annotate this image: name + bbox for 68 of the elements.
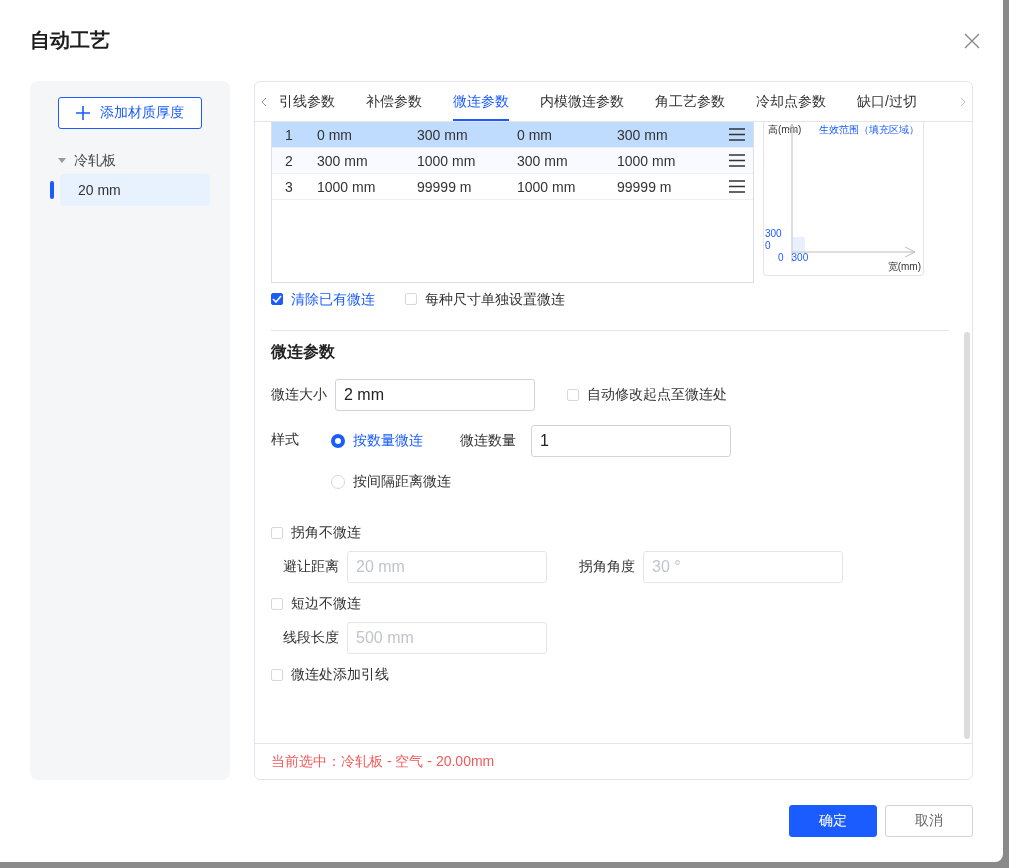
checkbox-label: 短边不微连 bbox=[291, 595, 361, 613]
selection-bar bbox=[50, 181, 54, 199]
radio-button[interactable] bbox=[331, 434, 345, 448]
scrollbar[interactable] bbox=[964, 332, 970, 739]
tree-item[interactable]: 20 mm bbox=[60, 174, 210, 206]
field-label: 微连大小 bbox=[271, 386, 327, 404]
radio-label: 按间隔距离微连 bbox=[353, 473, 451, 491]
table-cell-text: 99999 m bbox=[617, 178, 673, 195]
tab[interactable]: 冷却点参数 bbox=[756, 82, 826, 121]
table-row[interactable]: 1 0 mm 300 mm 0 mm 300 mm bbox=[272, 122, 753, 148]
field-label: 拐角角度 bbox=[579, 558, 635, 576]
table-cell-text: 1000 mm bbox=[617, 152, 677, 169]
tree-item[interactable]: 冷轧板 bbox=[74, 152, 116, 170]
field-label: 样式 bbox=[271, 431, 300, 449]
menu-icon[interactable] bbox=[729, 180, 745, 193]
tick-label: 300 bbox=[791, 252, 809, 263]
tab[interactable]: 补偿参数 bbox=[366, 82, 422, 121]
count-input[interactable]: 1 bbox=[531, 425, 731, 457]
status-text: 当前选中：冷轧板 - 空气 - 20.00mm bbox=[271, 752, 495, 771]
confirm-button[interactable]: 确定 bbox=[789, 805, 877, 837]
table-cell-text: 2 bbox=[284, 152, 294, 169]
tab[interactable]: 内模微连参数 bbox=[540, 82, 624, 121]
table-cell-text: 300 mm bbox=[417, 126, 469, 143]
tick-label: 300 bbox=[765, 228, 782, 240]
tab[interactable]: 角工艺参数 bbox=[655, 82, 725, 121]
axis-label: 高(mm) bbox=[768, 123, 802, 137]
field-label: 微连数量 bbox=[460, 432, 516, 450]
checkbox-label: 清除已有微连 bbox=[291, 292, 375, 306]
table-cell-text: 0 mm bbox=[517, 126, 553, 143]
table-cell-text: 1000 mm bbox=[517, 178, 577, 195]
table-cell-text: 300 mm bbox=[617, 126, 669, 143]
table-row[interactable]: 3 1000 mm 99999 m 1000 mm 99999 m bbox=[272, 174, 753, 200]
field-label: 避让距离 bbox=[283, 558, 339, 576]
cancel-button[interactable]: 取消 bbox=[885, 805, 973, 837]
legend-text: 生效范围（填充区域） bbox=[819, 123, 919, 137]
checkbox-label: 每种尺寸单独设置微连 bbox=[425, 292, 565, 306]
plus-icon bbox=[76, 106, 90, 120]
axis-label: 宽(mm) bbox=[887, 260, 921, 274]
tick-label: 0 bbox=[765, 240, 772, 252]
menu-icon[interactable] bbox=[729, 154, 745, 167]
size-input[interactable]: 2 mm bbox=[335, 379, 535, 411]
chevron-left-icon[interactable] bbox=[261, 96, 267, 107]
table-row[interactable]: 2 300 mm 1000 mm 300 mm 1000 mm bbox=[272, 148, 753, 174]
table-cell-text: 1000 mm bbox=[317, 178, 377, 195]
range-fill bbox=[793, 237, 805, 251]
field-label: 线段长度 bbox=[283, 629, 339, 647]
dialog-title: 自动工艺 bbox=[30, 28, 110, 53]
tick-label: 0 bbox=[778, 252, 784, 263]
checkbox-label: 微连处添加引线 bbox=[291, 666, 389, 684]
table-cell-text: 300 mm bbox=[517, 152, 569, 169]
checkbox-label: 自动修改起点至微连处 bbox=[587, 386, 727, 404]
chevron-right-icon[interactable] bbox=[960, 96, 966, 107]
table-cell-text: 0 mm bbox=[317, 126, 353, 143]
menu-icon[interactable] bbox=[729, 128, 745, 141]
table-cell-text: 1000 mm bbox=[417, 152, 477, 169]
checkbox-label: 拐角不微连 bbox=[291, 524, 361, 542]
tab[interactable]: 引线参数 bbox=[279, 82, 335, 121]
table-cell-text: 300 mm bbox=[317, 152, 369, 169]
radio-label: 按数量微连 bbox=[353, 432, 423, 450]
table-cell-text: 99999 m bbox=[417, 178, 473, 195]
table-cell-text: 1 bbox=[284, 126, 294, 143]
close-icon[interactable] bbox=[964, 32, 980, 49]
checkbox[interactable] bbox=[271, 293, 283, 305]
add-thickness-button[interactable]: 添加材质厚度 bbox=[58, 97, 202, 129]
caret-icon[interactable] bbox=[58, 158, 66, 164]
table-cell-text: 3 bbox=[284, 178, 294, 195]
tab[interactable]: 缺口/过切 bbox=[857, 82, 917, 121]
section-heading: 微连参数 bbox=[271, 342, 336, 362]
